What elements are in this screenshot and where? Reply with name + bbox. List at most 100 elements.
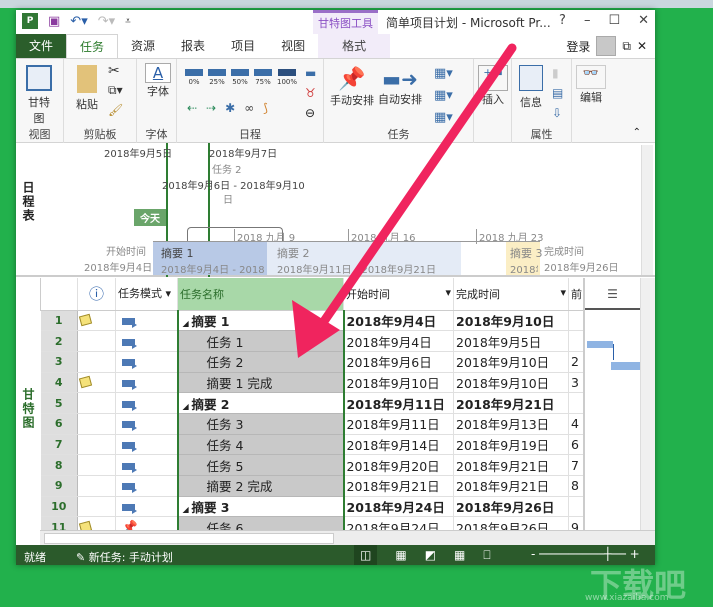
- redo-icon[interactable]: ↷▾: [98, 14, 115, 29]
- row-number[interactable]: 6: [40, 413, 78, 435]
- cut-icon[interactable]: ✂: [108, 63, 120, 79]
- zoom-slider[interactable]: - ─────────┼── +: [531, 547, 640, 561]
- percent-50-button[interactable]: 50%: [231, 69, 249, 86]
- help-button[interactable]: ?: [559, 13, 566, 28]
- copy-icon[interactable]: ⧉▾: [108, 83, 123, 98]
- table-row[interactable]: 4 摘要 1 完成 2018年9月10日 2018年9月10日 3: [40, 372, 585, 394]
- move-task-icon[interactable]: ▦▾: [434, 85, 453, 107]
- task-usage-view-icon[interactable]: ▦: [395, 545, 406, 565]
- details-icon[interactable]: ▤: [552, 83, 563, 103]
- start-cell[interactable]: 2018年9月21日: [343, 475, 454, 497]
- add-to-timeline-icon[interactable]: ⇩: [552, 103, 563, 123]
- respect-links-icon[interactable]: ▬: [305, 63, 316, 83]
- split-icon[interactable]: ✱: [225, 101, 235, 115]
- percent-100-button[interactable]: 100%: [277, 69, 297, 86]
- finish-cell[interactable]: 2018年9月13日: [453, 413, 569, 435]
- finish-header[interactable]: 完成时间 ▾: [453, 278, 569, 311]
- row-number[interactable]: 8: [40, 454, 78, 476]
- tab-view[interactable]: 视图: [268, 34, 318, 58]
- table-row[interactable]: 8 任务 5 2018年9月20日 2018年9月21日 7: [40, 454, 585, 476]
- start-cell[interactable]: 2018年9月11日: [343, 392, 454, 414]
- restore-ribbon-icon[interactable]: ⧉: [622, 39, 631, 54]
- start-cell[interactable]: 2018年9月10日: [343, 372, 454, 394]
- link-icon[interactable]: ∞: [244, 101, 254, 115]
- close-doc-button[interactable]: ✕: [637, 39, 647, 53]
- task-name-cell[interactable]: 任务 4: [176, 434, 345, 456]
- table-row[interactable]: 6 任务 3 2018年9月11日 2018年9月13日 4: [40, 413, 585, 435]
- percent-25-button[interactable]: 25%: [208, 69, 226, 86]
- format-painter-icon[interactable]: 🖌: [108, 103, 123, 117]
- finish-cell[interactable]: 2018年9月10日: [453, 372, 569, 394]
- tab-file[interactable]: 文件: [16, 34, 67, 58]
- resource-sheet-view-icon[interactable]: ▦: [454, 545, 465, 565]
- task-name-cell[interactable]: ◢ 摘要 1: [176, 310, 345, 332]
- collapse-ribbon-icon[interactable]: ⌃: [633, 127, 641, 138]
- inspect-icon[interactable]: ♉: [305, 83, 316, 103]
- timeline-bar-summary-3[interactable]: 摘要 3 2018年: [506, 241, 543, 276]
- tab-format[interactable]: 格式: [318, 34, 391, 58]
- task-name-cell[interactable]: 摘要 2 完成: [176, 475, 345, 497]
- font-button[interactable]: A 字体: [145, 63, 171, 99]
- table-row[interactable]: 9 摘要 2 完成 2018年9月21日 2018年9月21日 8: [40, 475, 585, 497]
- row-number[interactable]: 1: [40, 310, 78, 332]
- sign-in-link[interactable]: 登录: [566, 38, 590, 55]
- table-row[interactable]: 3 任务 2 2018年9月6日 2018年9月10日 2: [40, 351, 585, 373]
- finish-cell[interactable]: 2018年9月10日: [453, 310, 569, 332]
- finish-cell[interactable]: 2018年9月21日: [453, 392, 569, 414]
- task-mode-cell[interactable]: [115, 372, 178, 394]
- start-cell[interactable]: 2018年9月4日: [343, 330, 454, 352]
- new-task-mode[interactable]: ✎ 新任务: 手动计划: [76, 549, 173, 565]
- start-cell[interactable]: 2018年9月24日: [343, 496, 454, 518]
- maximize-button[interactable]: ☐: [608, 13, 620, 28]
- auto-schedule-button[interactable]: ▬➜ 自动安排: [378, 67, 422, 107]
- row-number[interactable]: 9: [40, 475, 78, 497]
- information-button[interactable]: 信息: [516, 65, 546, 110]
- tab-resource[interactable]: 资源: [118, 34, 168, 58]
- row-number[interactable]: 5: [40, 392, 78, 414]
- table-row[interactable]: 5 ◢ 摘要 2 2018年9月11日 2018年9月21日: [40, 392, 585, 414]
- timeline-scrollbar[interactable]: [641, 145, 653, 275]
- percent-0-button[interactable]: 0%: [185, 69, 203, 86]
- finish-cell[interactable]: 2018年9月19日: [453, 434, 569, 456]
- finish-cell[interactable]: 2018年9月5日: [453, 330, 569, 352]
- task-name-cell[interactable]: 任务 2: [176, 351, 345, 373]
- percent-75-button[interactable]: 75%: [254, 69, 272, 86]
- task-mode-cell[interactable]: [115, 475, 178, 497]
- save-icon[interactable]: ▣: [48, 14, 60, 29]
- gantt-view-icon[interactable]: ◫: [354, 545, 378, 565]
- task-name-header[interactable]: 任务名称: [177, 278, 344, 311]
- finish-cell[interactable]: 2018年9月10日: [453, 351, 569, 373]
- customize-qat-icon[interactable]: ⩡: [125, 16, 131, 27]
- table-row[interactable]: 2 任务 1 2018年9月4日 2018年9月5日: [40, 330, 585, 352]
- table-row[interactable]: 1 ◢ 摘要 1 2018年9月4日 2018年9月10日: [40, 310, 585, 332]
- gantt-bar-task-1[interactable]: [587, 341, 613, 348]
- row-number[interactable]: 3: [40, 351, 78, 373]
- start-cell[interactable]: 2018年9月14日: [343, 434, 454, 456]
- table-row[interactable]: 7 任务 4 2018年9月14日 2018年9月19日 6: [40, 434, 585, 456]
- indent-icon[interactable]: ⇢: [206, 101, 216, 115]
- start-header[interactable]: 开始时间 ▾: [343, 278, 454, 311]
- vertical-scrollbar[interactable]: [640, 278, 655, 533]
- tab-task[interactable]: 任务: [66, 34, 119, 58]
- scroll-thumb[interactable]: [44, 533, 334, 544]
- row-number[interactable]: 7: [40, 434, 78, 456]
- minimize-button[interactable]: –: [584, 13, 591, 28]
- indicators-header[interactable]: ⓘ: [77, 278, 116, 311]
- task-name-cell[interactable]: 任务 5: [176, 454, 345, 476]
- note-icon[interactable]: [78, 375, 93, 389]
- tab-project[interactable]: 项目: [218, 34, 268, 58]
- start-cell[interactable]: 2018年9月20日: [343, 454, 454, 476]
- tab-report[interactable]: 报表: [168, 34, 218, 58]
- task-mode-cell[interactable]: [115, 310, 178, 332]
- manual-schedule-button[interactable]: 📌 手动安排: [330, 67, 374, 108]
- inspect-task-icon[interactable]: ▦▾: [434, 63, 453, 85]
- task-mode-cell[interactable]: [115, 413, 178, 435]
- timeline-task-name[interactable]: 任务 2: [212, 161, 242, 176]
- task-mode-cell[interactable]: [115, 434, 178, 456]
- unlink-icon[interactable]: ⟆: [263, 101, 268, 115]
- finish-cell[interactable]: 2018年9月26日: [453, 496, 569, 518]
- start-cell[interactable]: 2018年9月11日: [343, 413, 454, 435]
- task-name-cell[interactable]: ◢ 摘要 3: [176, 496, 345, 518]
- finish-cell[interactable]: 2018年9月21日: [453, 475, 569, 497]
- task-mode-cell[interactable]: [115, 392, 178, 414]
